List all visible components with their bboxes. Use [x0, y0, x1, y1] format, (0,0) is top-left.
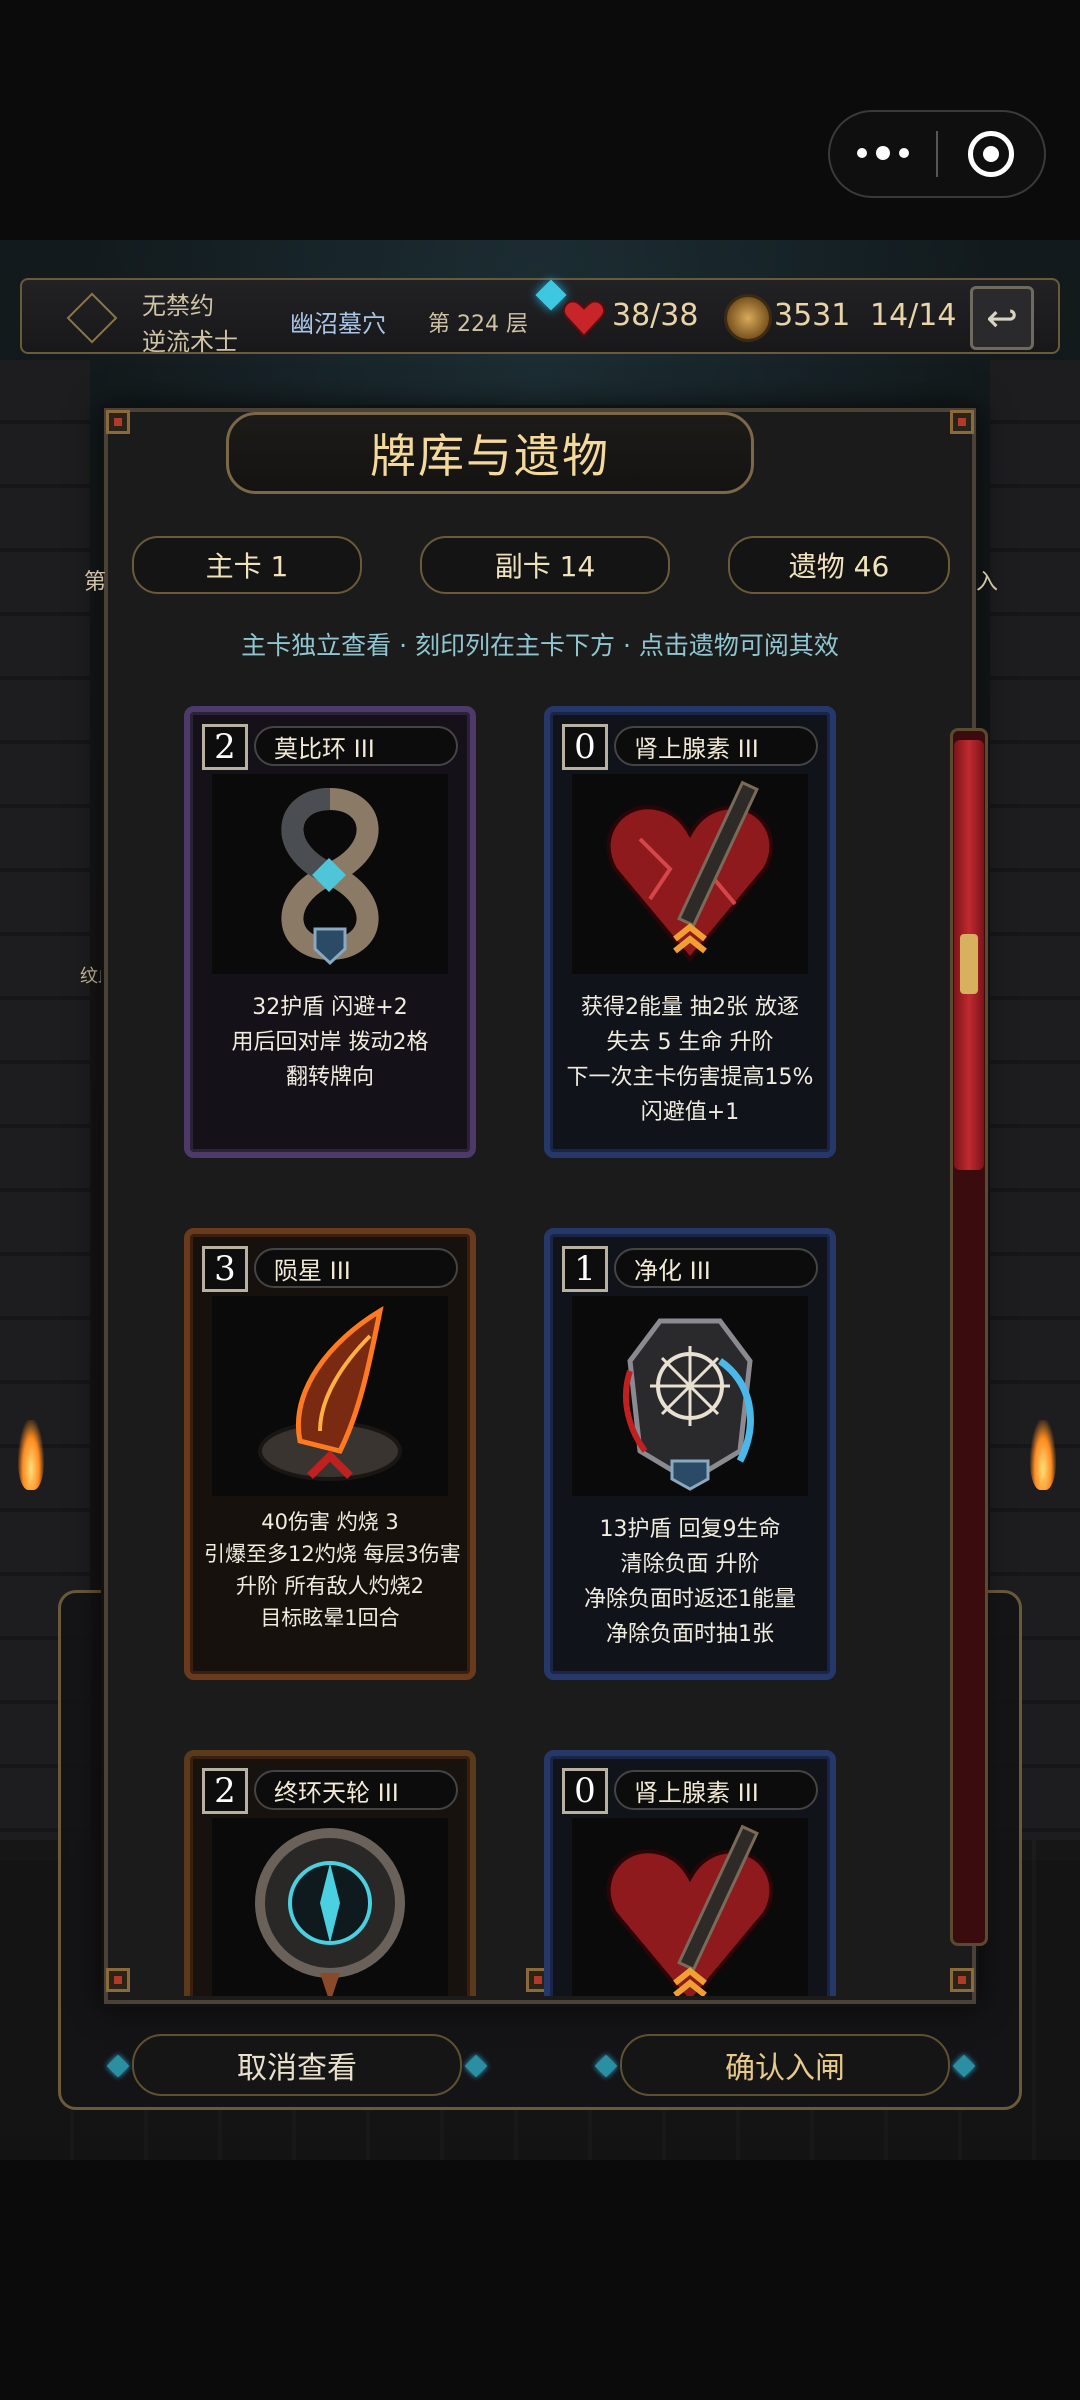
card-cost: 1	[562, 1246, 608, 1292]
desc-line: 引爆至多12灼烧 每层3伤害	[204, 1542, 461, 1566]
card-name: 肾上腺素 III	[614, 1770, 818, 1810]
purify-shield-icon	[572, 1296, 808, 1496]
card-purify[interactable]: 1 净化 III 13护盾 回复9生命 清除负面 升阶 净除负面时返还1能量 净…	[544, 1228, 836, 1680]
card-cost: 0	[562, 1768, 608, 1814]
corner-ornament-icon	[950, 1968, 974, 1992]
target-circle-icon[interactable]	[938, 131, 1044, 177]
card-grid-clip: 2 终环天轮 III 0 肾上腺素 III	[104, 1740, 944, 1996]
card-final-wheel[interactable]: 2 终环天轮 III	[184, 1750, 476, 1996]
more-dots-icon[interactable]	[830, 146, 936, 160]
return-button[interactable]: ↩	[970, 286, 1034, 350]
card-cost: 3	[202, 1246, 248, 1292]
desc-line: 失去 5 生命 升阶	[606, 1030, 774, 1055]
card-cost: 0	[562, 724, 608, 770]
crystal-heart-syringe-icon	[572, 774, 808, 974]
heart-icon	[562, 300, 606, 338]
confirm-enter-label: 确认入闸	[725, 2051, 845, 2086]
floor-label: 第 224 层	[428, 312, 528, 337]
modal-title: 牌库与遗物	[370, 429, 610, 483]
card-description: 13护盾 回复9生命 清除负面 升阶 净除负面时返还1能量 净除负面时抽1张	[564, 1512, 816, 1652]
desc-line: 下一次主卡伤害提高15%	[566, 1065, 814, 1090]
tab-label: 遗物 46	[788, 550, 890, 583]
corner-ornament-icon	[106, 410, 130, 434]
card-description: 32护盾 闪避+2 用后回对岸 拨动2格 翻转牌向	[204, 990, 456, 1095]
desc-line: 升阶 所有敌人灼烧2	[235, 1574, 425, 1598]
corner-ornament-icon	[950, 410, 974, 434]
desc-line: 用后回对岸 拨动2格	[231, 1030, 429, 1055]
cancel-view-button[interactable]: 取消查看	[106, 2034, 488, 2096]
location-label: 幽沼墓穴	[290, 310, 386, 338]
flaming-meteor-icon	[212, 1296, 448, 1496]
torch-right-icon	[1030, 1420, 1056, 1490]
card-cost: 2	[202, 1768, 248, 1814]
desc-line: 获得2能量 抽2张 放逐	[581, 995, 799, 1020]
crystal-heart-syringe-icon	[572, 1818, 808, 1996]
tab-relics[interactable]: 遗物 46	[728, 536, 950, 594]
cancel-view-label: 取消查看	[237, 2051, 357, 2086]
confirm-enter-button[interactable]: 确认入闸	[594, 2034, 976, 2096]
gold-value: 3531	[774, 298, 851, 333]
card-description: 获得2能量 抽2张 放逐 失去 5 生命 升阶 下一次主卡伤害提高15% 闪避值…	[564, 990, 816, 1130]
celestial-wheel-icon	[212, 1818, 448, 1996]
hp-value: 38/38	[612, 298, 699, 333]
tab-label: 副卡 14	[494, 550, 596, 583]
desc-line: 闪避值+1	[640, 1100, 740, 1125]
card-name: 终环天轮 III	[254, 1770, 458, 1810]
deck-count-value: 14/14	[870, 298, 957, 333]
mobius-ring-icon	[212, 774, 448, 974]
return-arrow-icon: ↩	[986, 296, 1018, 340]
status-bar: 无禁约 逆流术士 幽沼墓穴 第 224 层 38/38 3531 14/14 ↩	[20, 278, 1060, 356]
oath-label: 无禁约	[142, 292, 214, 320]
card-mobius-ring[interactable]: 2 莫比环 III 32护盾 闪避+2 用后回对岸 拨动2格 翻转牌向	[184, 706, 476, 1158]
card-name: 陨星 III	[254, 1248, 458, 1288]
card-meteor[interactable]: 3 陨星 III 40伤害 灼烧 3 引爆至多12灼烧 每层3伤害 升阶 所有敌…	[184, 1228, 476, 1680]
card-adrenaline[interactable]: 0 肾上腺素 III 获得2能量 抽2张 放逐 失去 5 生命 升阶 下一次主卡…	[544, 706, 836, 1158]
desc-line: 净除负面时抽1张	[606, 1622, 774, 1647]
torch-left-icon	[18, 1420, 44, 1490]
desc-line: 目标眩晕1回合	[260, 1606, 400, 1630]
gold-coin-icon	[724, 294, 772, 342]
desc-line: 翻转牌向	[285, 1065, 374, 1090]
left-edge-text: 第	[84, 570, 107, 595]
tab-label: 主卡 1	[205, 550, 289, 583]
tab-sub-cards[interactable]: 副卡 14	[420, 536, 670, 594]
right-edge-text: 入	[976, 570, 999, 595]
class-name-label: 逆流术士	[142, 328, 238, 356]
scrollbar-knob-icon	[960, 934, 978, 994]
card-adrenaline-2[interactable]: 0 肾上腺素 III	[544, 1750, 836, 1996]
card-description: 40伤害 灼烧 3 引爆至多12灼烧 每层3伤害 升阶 所有敌人灼烧2 目标眩晕…	[204, 1506, 461, 1634]
card-name: 净化 III	[614, 1248, 818, 1288]
desc-line: 净除负面时返还1能量	[584, 1587, 796, 1612]
compass-emblem-icon	[66, 292, 118, 344]
hint-text: 主卡独立查看 · 刻印列在主卡下方 · 点击遗物可阅其效	[241, 631, 839, 660]
desc-line: 13护盾 回复9生命	[599, 1517, 781, 1542]
tab-main-cards[interactable]: 主卡 1	[132, 536, 362, 594]
desc-line: 清除负面 升阶	[620, 1552, 760, 1577]
card-cost: 2	[202, 724, 248, 770]
card-name: 莫比环 III	[254, 726, 458, 766]
desc-line: 40伤害 灼烧 3	[261, 1510, 399, 1534]
card-name: 肾上腺素 III	[614, 726, 818, 766]
modal-title-plate: 牌库与遗物	[226, 412, 754, 494]
desc-line: 32护盾 闪避+2	[252, 995, 408, 1020]
mini-program-capsule	[828, 110, 1046, 198]
